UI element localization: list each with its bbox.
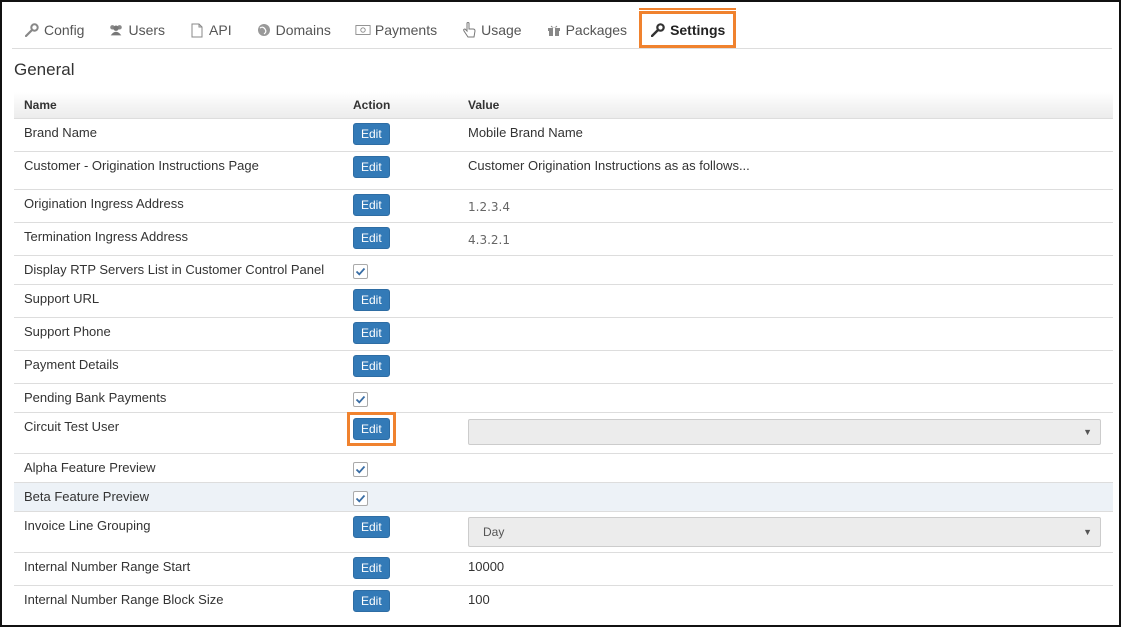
table-row: Beta Feature Preview bbox=[14, 482, 1113, 512]
setting-name: Brand Name bbox=[14, 118, 343, 152]
table-row: Circuit Test User Edit ▼ bbox=[14, 412, 1113, 454]
tab-label: API bbox=[209, 22, 232, 38]
edit-button[interactable]: Edit bbox=[353, 322, 390, 344]
table-row: Brand Name Edit Mobile Brand Name bbox=[14, 118, 1113, 152]
tab-usage[interactable]: Usage bbox=[449, 12, 533, 48]
dropdown-caret-icon: ▼ bbox=[1083, 527, 1092, 537]
setting-name: Payment Details bbox=[14, 350, 343, 384]
checkmark-icon bbox=[355, 267, 366, 276]
edit-button[interactable]: Edit bbox=[353, 156, 390, 178]
setting-value: 10000 bbox=[458, 552, 1113, 586]
setting-value: 1.2.3.4 bbox=[468, 200, 510, 214]
setting-name: Origination Ingress Address bbox=[14, 189, 343, 223]
setting-name: Termination Ingress Address bbox=[14, 222, 343, 256]
tab-domains[interactable]: Domains bbox=[244, 12, 343, 48]
edit-button[interactable]: Edit bbox=[353, 557, 390, 579]
table-row: Origination Ingress Address Edit 1.2.3.4 bbox=[14, 189, 1113, 223]
globe-icon bbox=[256, 22, 272, 38]
checkbox[interactable] bbox=[353, 264, 368, 279]
circuit-test-user-select[interactable]: ▼ bbox=[468, 419, 1101, 445]
checkbox[interactable] bbox=[353, 462, 368, 477]
tab-label: Settings bbox=[670, 21, 726, 38]
checkmark-icon bbox=[355, 395, 366, 404]
tab-settings[interactable]: Settings bbox=[639, 8, 737, 48]
table-row: Alpha Feature Preview bbox=[14, 453, 1113, 483]
table-header-row: Name Action Value bbox=[14, 92, 1113, 119]
checkbox[interactable] bbox=[353, 491, 368, 506]
settings-table: Name Action Value Brand Name Edit Mobile… bbox=[14, 92, 1113, 619]
checkbox[interactable] bbox=[353, 392, 368, 407]
table-row: Support Phone Edit bbox=[14, 317, 1113, 351]
edit-button[interactable]: Edit bbox=[353, 418, 390, 440]
edit-button[interactable]: Edit bbox=[353, 355, 390, 377]
table-row: Termination Ingress Address Edit 4.3.2.1 bbox=[14, 222, 1113, 256]
edit-button[interactable]: Edit bbox=[353, 516, 390, 538]
settings-panel: Config Users API Domains Payments Usage … bbox=[0, 0, 1121, 627]
setting-name: Beta Feature Preview bbox=[14, 482, 343, 512]
tab-label: Packages bbox=[565, 22, 628, 38]
setting-name: Alpha Feature Preview bbox=[14, 453, 343, 483]
column-header-value: Value bbox=[458, 92, 1113, 119]
invoice-line-grouping-select[interactable]: Day ▼ bbox=[468, 517, 1101, 547]
table-row: Pending Bank Payments bbox=[14, 383, 1113, 413]
column-header-action: Action bbox=[343, 92, 458, 119]
tab-bar: Config Users API Domains Payments Usage … bbox=[12, 8, 1112, 49]
money-icon bbox=[355, 22, 371, 38]
tab-api[interactable]: API bbox=[177, 12, 244, 48]
wrench-icon bbox=[650, 22, 666, 38]
edit-button[interactable]: Edit bbox=[353, 590, 390, 612]
section-title: General bbox=[14, 60, 75, 79]
tab-users[interactable]: Users bbox=[96, 12, 177, 48]
select-value: Day bbox=[483, 525, 505, 539]
users-icon bbox=[108, 22, 124, 38]
gift-icon bbox=[546, 22, 562, 38]
setting-name: Internal Number Range Start bbox=[14, 552, 343, 586]
file-icon bbox=[189, 22, 205, 38]
tab-label: Payments bbox=[374, 22, 438, 38]
setting-name: Display RTP Servers List in Customer Con… bbox=[14, 255, 343, 285]
table-row: Internal Number Range Start Edit 10000 bbox=[14, 552, 1113, 586]
wrench-icon bbox=[24, 22, 40, 38]
checkmark-icon bbox=[355, 494, 366, 503]
table-row: Support URL Edit bbox=[14, 284, 1113, 318]
tab-label: Usage bbox=[481, 22, 522, 38]
tab-payments[interactable]: Payments bbox=[343, 12, 449, 48]
tab-label: Domains bbox=[275, 22, 331, 38]
setting-value: Customer Origination Instructions as as … bbox=[458, 151, 1113, 190]
setting-value: 100 bbox=[458, 585, 1113, 619]
setting-name: Support URL bbox=[14, 284, 343, 318]
setting-name: Circuit Test User bbox=[14, 412, 343, 454]
edit-button[interactable]: Edit bbox=[353, 194, 390, 216]
setting-name: Invoice Line Grouping bbox=[14, 511, 343, 553]
setting-value: 4.3.2.1 bbox=[468, 233, 510, 247]
table-row: Internal Number Range Block Size Edit 10… bbox=[14, 585, 1113, 619]
table-row: Payment Details Edit bbox=[14, 350, 1113, 384]
setting-name: Support Phone bbox=[14, 317, 343, 351]
dropdown-caret-icon: ▼ bbox=[1083, 427, 1092, 437]
tab-packages[interactable]: Packages bbox=[534, 12, 639, 48]
tab-label: Users bbox=[128, 22, 166, 38]
tab-config[interactable]: Config bbox=[12, 12, 96, 48]
column-header-name: Name bbox=[14, 92, 343, 119]
hand-pointer-icon bbox=[461, 22, 477, 38]
setting-value: Mobile Brand Name bbox=[458, 118, 1113, 152]
table-row: Invoice Line Grouping Edit Day ▼ bbox=[14, 511, 1113, 553]
table-row: Display RTP Servers List in Customer Con… bbox=[14, 255, 1113, 285]
edit-button[interactable]: Edit bbox=[353, 123, 390, 145]
setting-name: Pending Bank Payments bbox=[14, 383, 343, 413]
edit-button[interactable]: Edit bbox=[353, 227, 390, 249]
tab-label: Config bbox=[44, 22, 85, 38]
setting-name: Customer - Origination Instructions Page bbox=[14, 151, 343, 190]
table-row: Customer - Origination Instructions Page… bbox=[14, 151, 1113, 190]
setting-name: Internal Number Range Block Size bbox=[14, 585, 343, 619]
checkmark-icon bbox=[355, 465, 366, 474]
edit-button[interactable]: Edit bbox=[353, 289, 390, 311]
